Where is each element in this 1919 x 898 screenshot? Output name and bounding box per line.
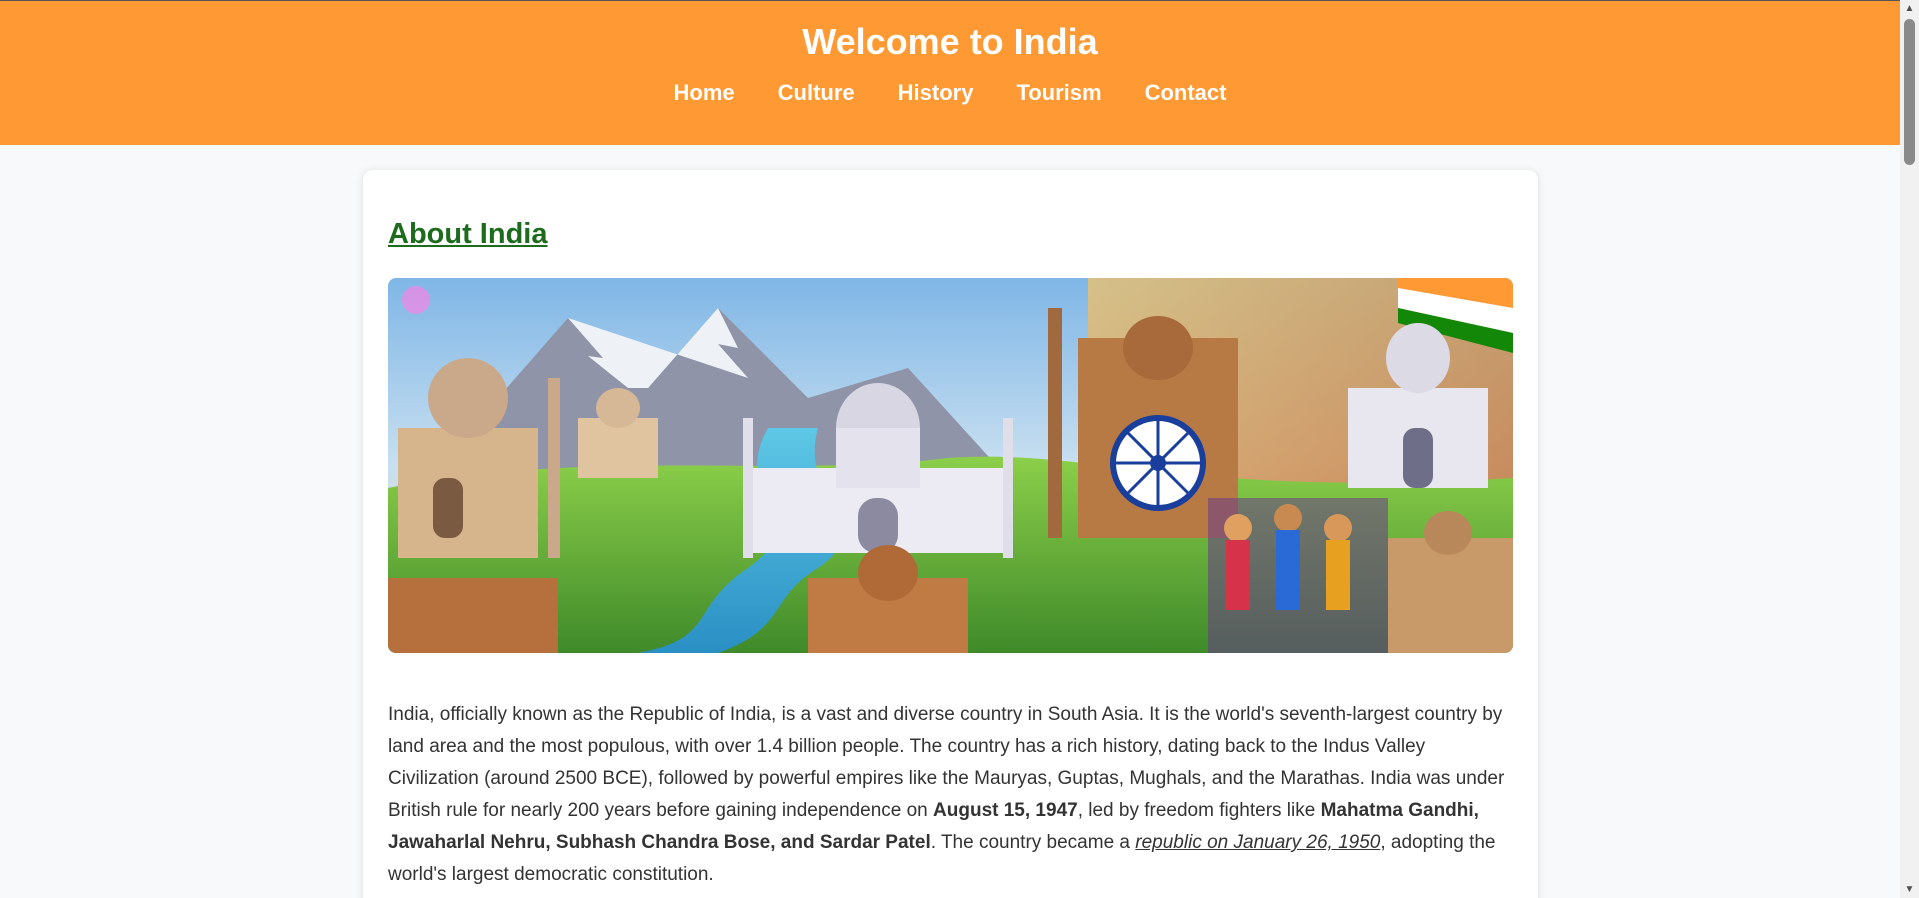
- independence-date: August 15, 1947: [933, 800, 1078, 821]
- scrollbar-thumb[interactable]: [1904, 19, 1915, 165]
- nav-tourism-link[interactable]: Tourism: [1016, 80, 1101, 106]
- hero-image: [388, 278, 1513, 653]
- main-nav: Home Culture History Tourism Contact: [0, 80, 1900, 106]
- section-heading: About India: [388, 218, 548, 250]
- paragraph-text-3: . The country became a: [930, 832, 1136, 853]
- paragraph-text-2: , led by freedom fighters like: [1077, 800, 1321, 821]
- india-landmarks-collage-illustration: [388, 278, 1513, 653]
- nav-home-link[interactable]: Home: [674, 80, 735, 106]
- republic-date: republic on January 26, 1950: [1135, 832, 1381, 853]
- site-title: Welcome to India: [802, 21, 1098, 62]
- nav-culture-link[interactable]: Culture: [778, 80, 855, 106]
- site-header: Welcome to India Home Culture History To…: [0, 1, 1900, 145]
- nav-history-link[interactable]: History: [898, 80, 974, 106]
- nav-contact-link[interactable]: Contact: [1145, 80, 1227, 106]
- scroll-down-arrow-icon[interactable]: ▼: [1900, 881, 1919, 898]
- about-card: About India India, officially known as t…: [363, 170, 1538, 898]
- about-paragraph: India, officially known as the Republic …: [388, 699, 1518, 891]
- scroll-up-arrow-icon[interactable]: ▲: [1900, 0, 1919, 17]
- vertical-scrollbar[interactable]: ▲ ▼: [1900, 0, 1919, 898]
